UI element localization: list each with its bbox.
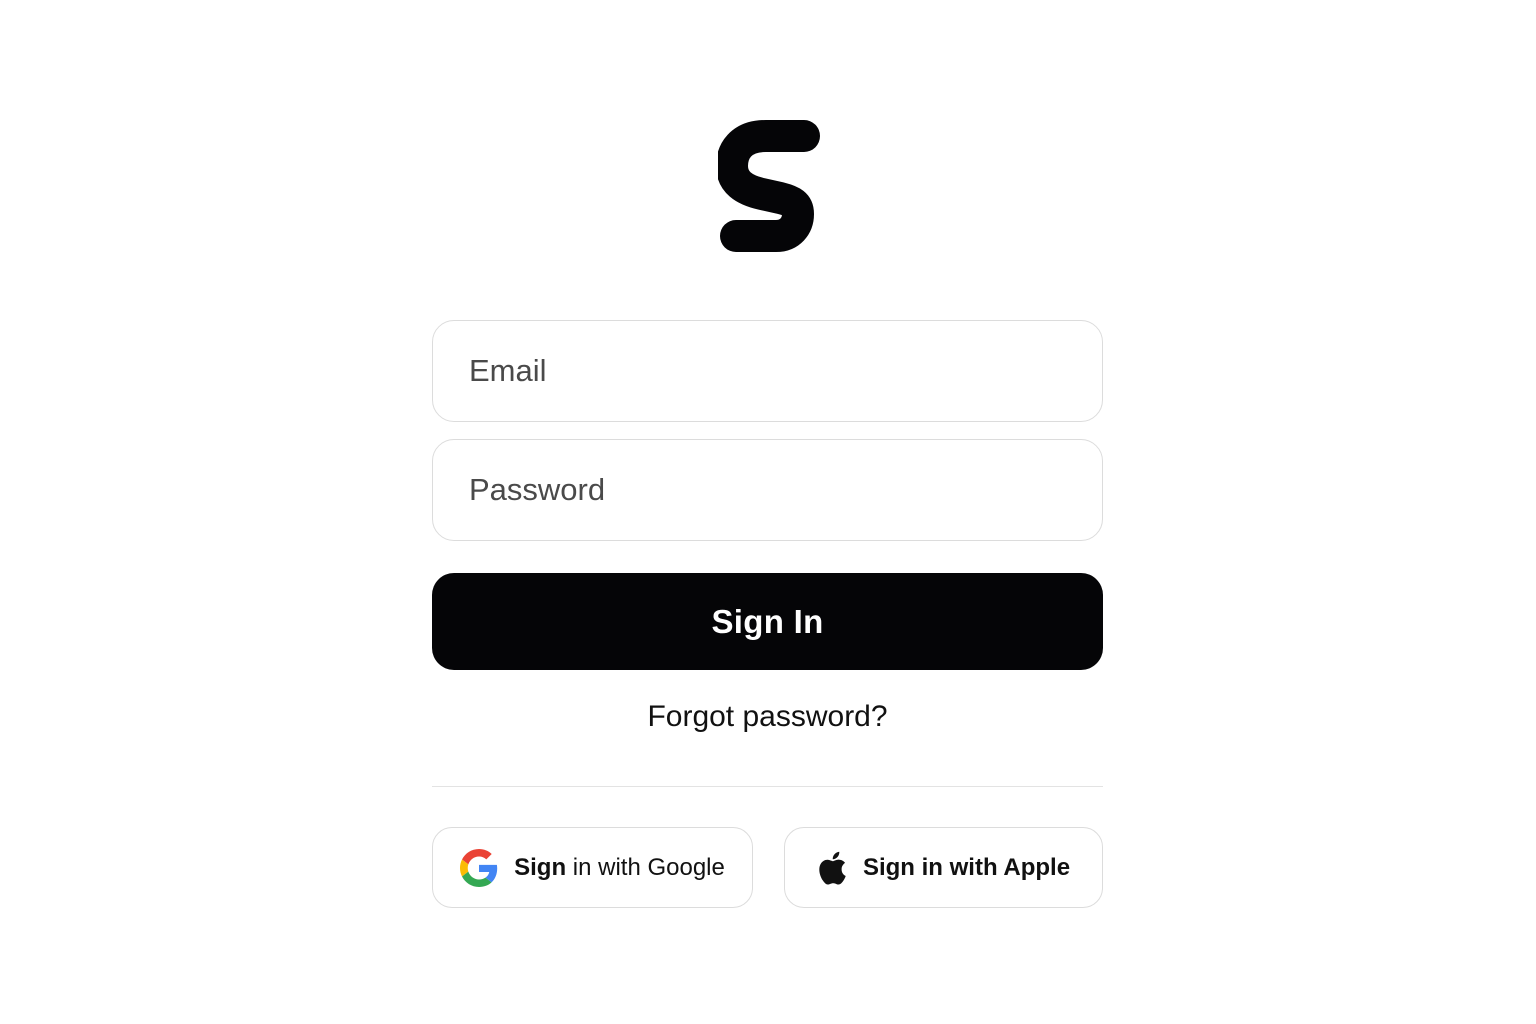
apple-button-label: Sign in with Apple — [862, 853, 1071, 881]
google-button-label: Sign in with Google — [514, 853, 725, 881]
s-logo-icon — [718, 118, 822, 256]
password-input[interactable] — [432, 439, 1103, 541]
divider — [432, 786, 1103, 787]
sign-in-button[interactable]: Sign In — [432, 573, 1103, 670]
google-g-icon — [460, 848, 498, 887]
sign-in-with-apple-button[interactable]: Sign in with Apple — [784, 827, 1103, 908]
sign-in-with-google-button[interactable]: Sign in with Google — [432, 827, 753, 908]
apple-icon — [817, 850, 847, 886]
forgot-password-link[interactable]: Forgot password? — [432, 700, 1103, 734]
sign-in-page: Sign In Forgot password? Sign in with Go… — [0, 0, 1536, 1024]
email-input[interactable] — [432, 320, 1103, 422]
